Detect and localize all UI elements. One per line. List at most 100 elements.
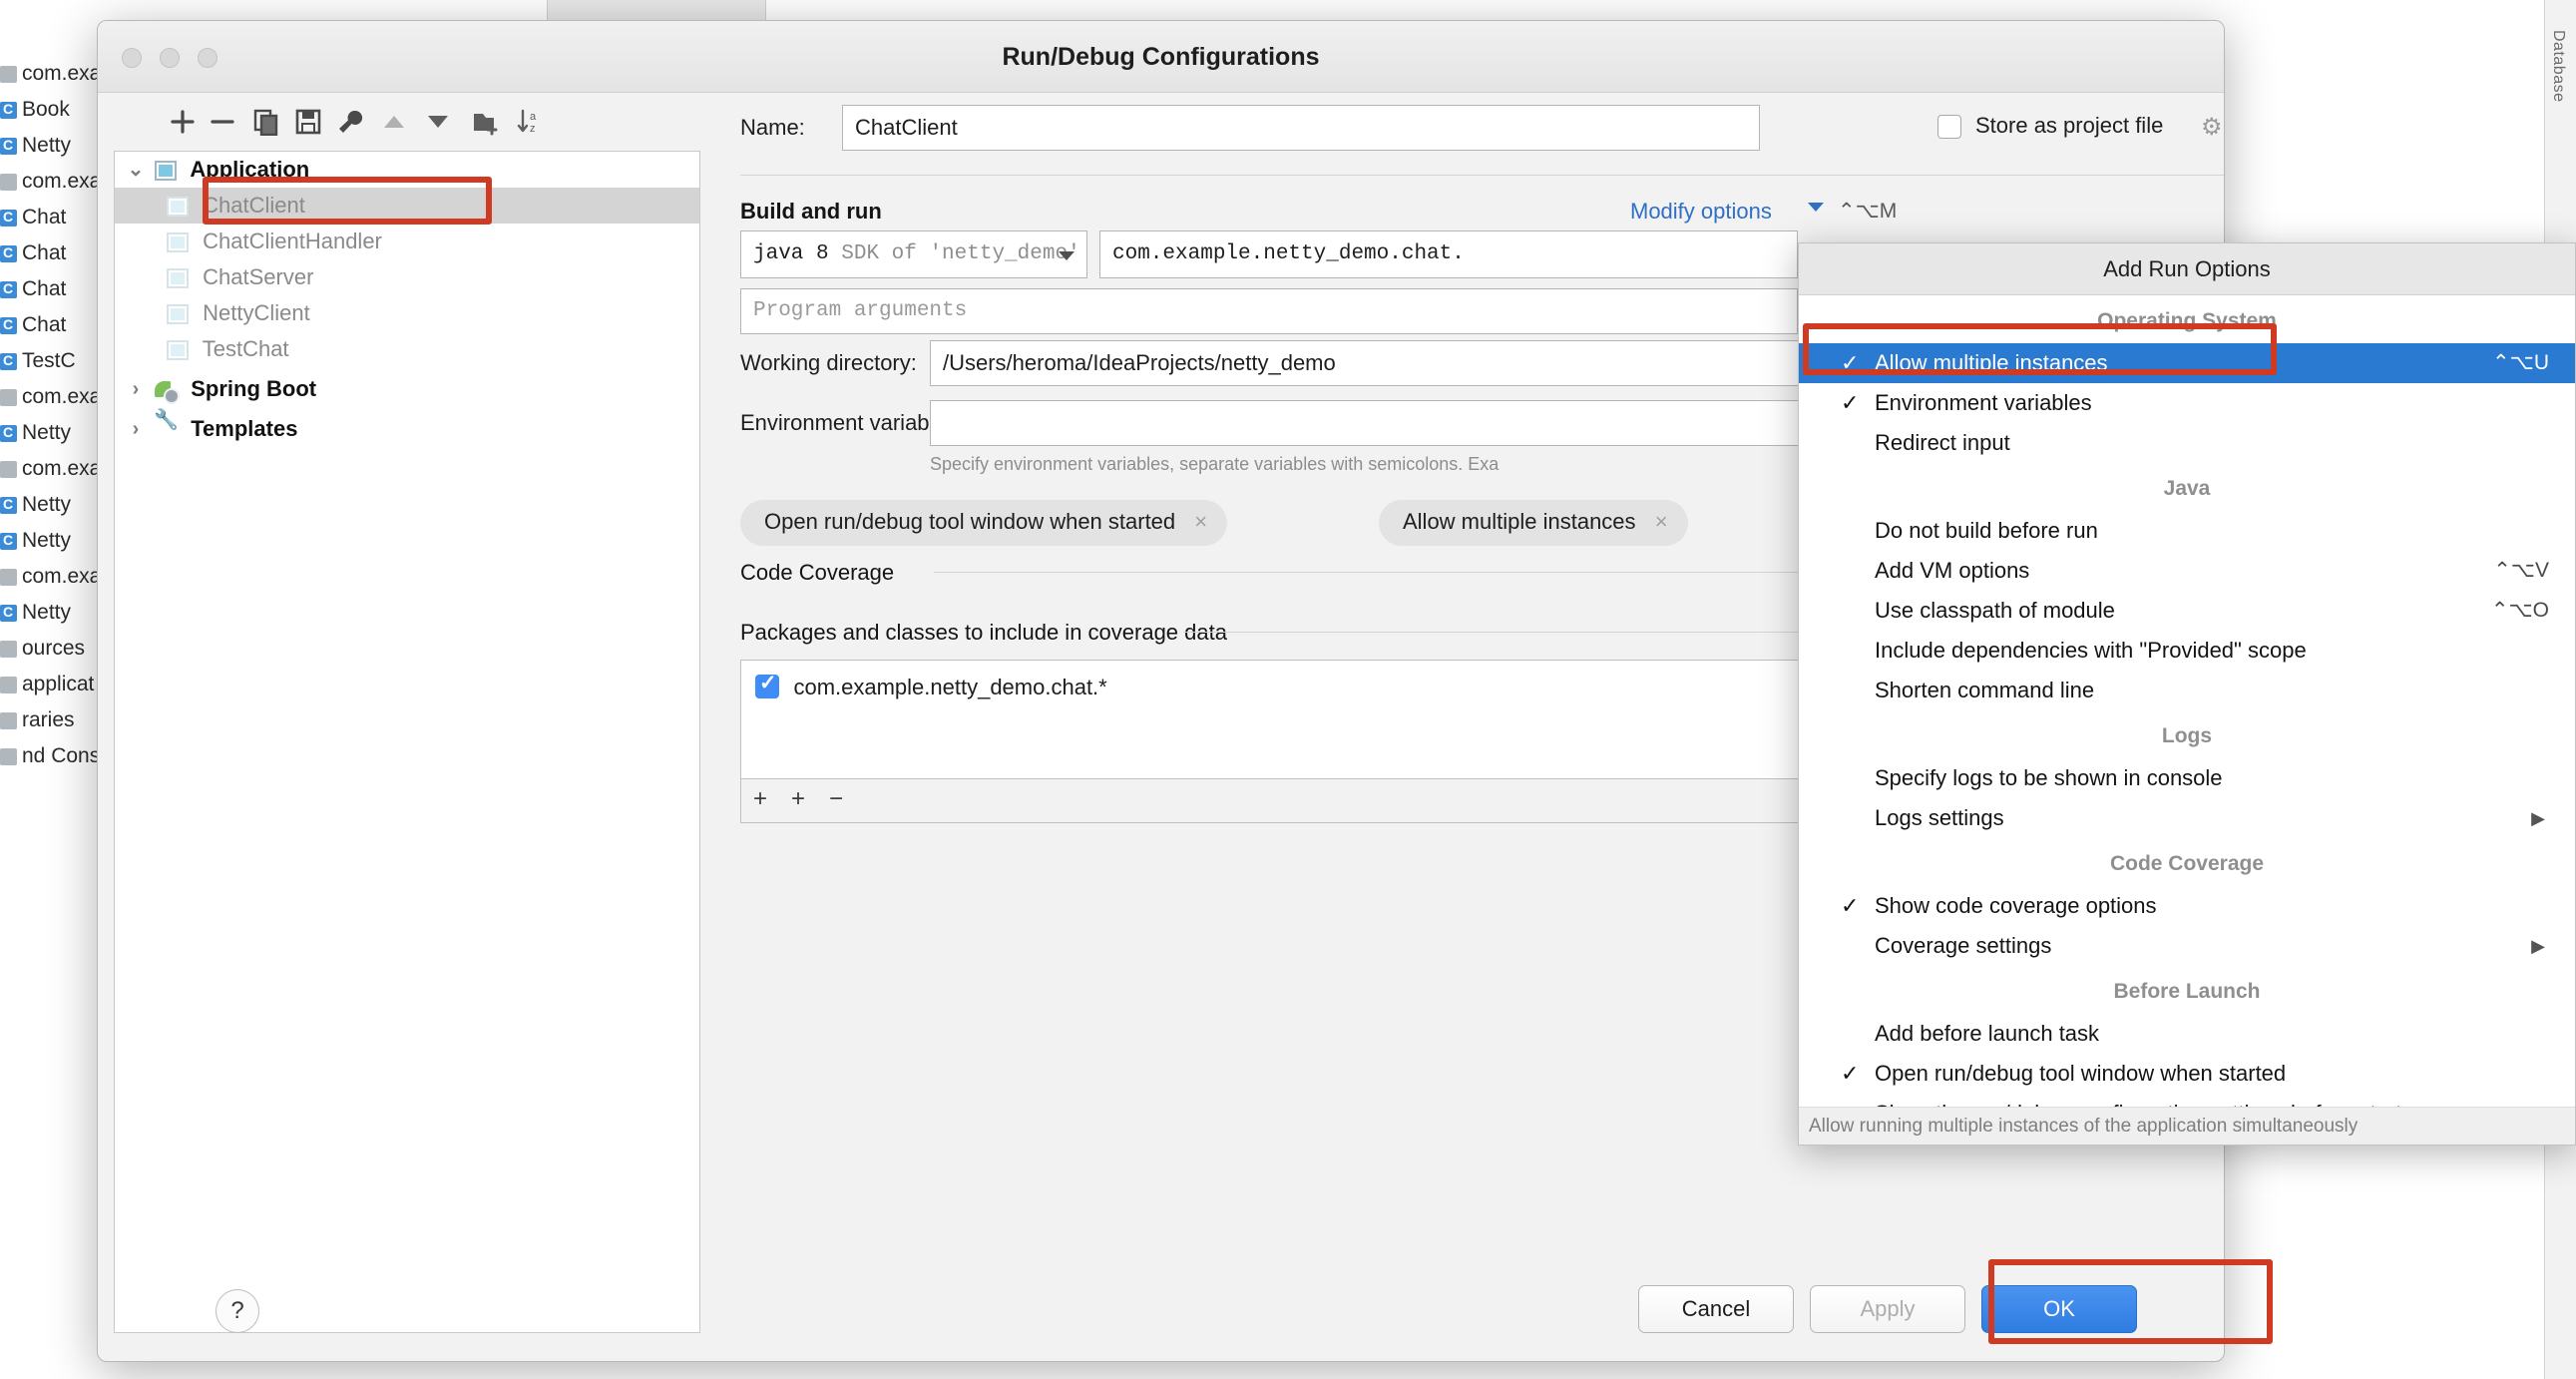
main-class-input[interactable]: com.example.netty_demo.chat. [1099,230,1798,278]
svg-text:a: a [530,111,537,123]
background-tree-row[interactable]: Chat [0,270,66,308]
tree-node-label: ChatClientHandler [203,229,382,253]
class-icon [0,677,17,693]
menu-item-logs-settings[interactable]: Logs settings ▶ [1799,798,2575,838]
chevron-down-icon[interactable]: ⌄ [123,152,149,188]
menu-item-add-before-launch-task[interactable]: Add before launch task [1799,1014,2575,1054]
add-run-options-popup[interactable]: Add Run Options Operating System ✓ Allow… [1798,242,2576,1146]
background-tree-row[interactable]: ources [0,630,85,668]
project-tree-background: com.exaBookNettycom.exaChatChatChatChatT… [0,0,112,1379]
tree-node-chatclienthandler[interactable]: ChatClientHandler [115,224,699,259]
chevron-down-icon[interactable] [1808,203,1824,212]
jre-select[interactable]: java 8 SDK of 'netty_demo' module [740,230,1087,278]
menu-item-open-run-debug-tool-window[interactable]: ✓ Open run/debug tool window when starte… [1799,1054,2575,1094]
background-tree-row[interactable]: com.exa [0,558,101,596]
modify-options-link[interactable]: Modify options [1630,199,1772,225]
new-folder-icon[interactable] [465,101,507,143]
chip-open-run-debug-tool-window[interactable]: Open run/debug tool window when started … [740,500,1227,546]
background-tree-row[interactable]: raries [0,701,75,739]
background-tree-row[interactable]: com.exa [0,378,101,416]
add-package-icon[interactable]: + [753,785,767,813]
menu-section-logs: Logs [1799,718,2575,758]
chevron-down-icon[interactable] [1059,251,1074,260]
background-tree-row[interactable]: com.exa [0,450,101,488]
package-icon [0,66,17,83]
section-label: Logs [1799,724,2575,748]
configurations-tree[interactable]: ⌄ Application ChatClient ChatClientHandl… [114,151,700,1333]
coverage-item-checkbox[interactable] [755,675,779,698]
copy-configuration-button[interactable] [245,101,287,143]
background-tree-row[interactable]: Netty [0,486,71,524]
background-tree-row[interactable]: Netty [0,594,71,632]
add-class-icon[interactable]: + [791,785,805,813]
gear-icon[interactable]: ⚙ [2201,113,2223,142]
tree-node-chatserver[interactable]: ChatServer [115,259,699,295]
background-tree-label: com.exa [22,457,101,480]
menu-item-include-provided-dependencies[interactable]: Include dependencies with "Provided" sco… [1799,631,2575,671]
remove-configuration-button[interactable] [202,101,243,143]
store-as-project-file-checkbox[interactable] [1937,115,1961,139]
background-tree-row[interactable]: Chat [0,306,66,344]
tree-node-testchat[interactable]: TestChat [115,331,699,367]
menu-item-environment-variables[interactable]: ✓ Environment variables [1799,383,2575,423]
save-configuration-button[interactable] [287,101,329,143]
close-icon[interactable]: × [1655,500,1668,544]
tree-node-spring-boot[interactable]: › Spring Boot [115,371,699,407]
program-arguments-input[interactable]: Program arguments [740,288,1798,334]
apply-button[interactable]: Apply [1810,1285,1965,1333]
background-tree-row[interactable]: Netty [0,127,71,165]
add-configuration-button[interactable] [162,101,204,143]
move-up-icon[interactable] [373,101,415,143]
edit-templates-wrench-icon[interactable] [329,101,371,143]
chip-allow-multiple-instances[interactable]: Allow multiple instances × [1379,500,1688,546]
spring-icon [155,380,177,400]
chevron-right-icon[interactable]: › [123,371,149,407]
menu-item-use-classpath-of-module[interactable]: Use classpath of module ⌃⌥O [1799,591,2575,631]
menu-item-show-code-coverage-options[interactable]: ✓ Show code coverage options [1799,886,2575,926]
section-label: Code Coverage [1799,852,2575,876]
cancel-button[interactable]: Cancel [1638,1285,1794,1333]
menu-item-add-vm-options[interactable]: Add VM options ⌃⌥V [1799,551,2575,591]
tree-node-label: Spring Boot [191,376,316,401]
background-tree-row[interactable]: TestC [0,342,76,380]
class-icon [0,281,17,298]
tree-node-nettyclient[interactable]: NettyClient [115,295,699,331]
tree-node-templates[interactable]: › Templates [115,411,699,447]
background-tree-row[interactable]: Chat [0,199,66,236]
ok-button[interactable]: OK [1981,1285,2137,1333]
background-tree-row[interactable]: com.exa [0,163,101,201]
menu-item-coverage-settings[interactable]: Coverage settings ▶ [1799,926,2575,966]
menu-item-do-not-build-before-run[interactable]: Do not build before run [1799,511,2575,551]
move-down-icon[interactable] [417,101,459,143]
name-input[interactable]: ChatClient [842,105,1760,151]
background-tree-row[interactable]: Netty [0,414,71,452]
menu-item-redirect-input[interactable]: Redirect input [1799,423,2575,463]
chevron-right-icon[interactable]: › [123,411,149,447]
tree-node-chatclient[interactable]: ChatClient [115,188,699,224]
remove-entry-icon[interactable]: − [829,785,843,813]
menu-item-allow-multiple-instances[interactable]: ✓ Allow multiple instances ⌃⌥U [1799,343,2575,383]
menu-item-specify-logs[interactable]: Specify logs to be shown in console [1799,758,2575,798]
tree-toolbar: a z [98,93,716,151]
menu-item-shorten-command-line[interactable]: Shorten command line [1799,671,2575,710]
working-directory-input[interactable]: /Users/heroma/IdeaProjects/netty_demo [930,340,1808,386]
list-item[interactable]: com.example.netty_demo.chat.* [755,675,1107,700]
menu-section-code-coverage: Code Coverage [1799,846,2575,886]
editor-tab-background[interactable] [547,0,766,22]
jre-description: SDK of 'netty_demo' module [841,242,1087,265]
menu-item-label: Specify logs to be shown in console [1875,765,2223,790]
close-icon[interactable]: × [1194,500,1207,544]
background-tree-row[interactable]: applicat [0,666,94,703]
tree-node-label: Application [190,157,309,182]
environment-variables-input[interactable] [930,400,1808,446]
sort-alphabetically-icon[interactable]: a z [509,101,551,143]
tree-node-application[interactable]: ⌄ Application [115,152,699,188]
background-tree-row[interactable]: com.exa [0,55,101,93]
background-tree-row[interactable]: Book [0,91,70,129]
help-button[interactable]: ? [215,1289,259,1333]
background-tree-row[interactable]: Chat [0,234,66,272]
database-tool-label[interactable]: Database [2549,30,2567,103]
background-tree-row[interactable]: Netty [0,522,71,560]
background-tree-row[interactable]: nd Cons [0,737,100,775]
class-icon [167,232,189,252]
